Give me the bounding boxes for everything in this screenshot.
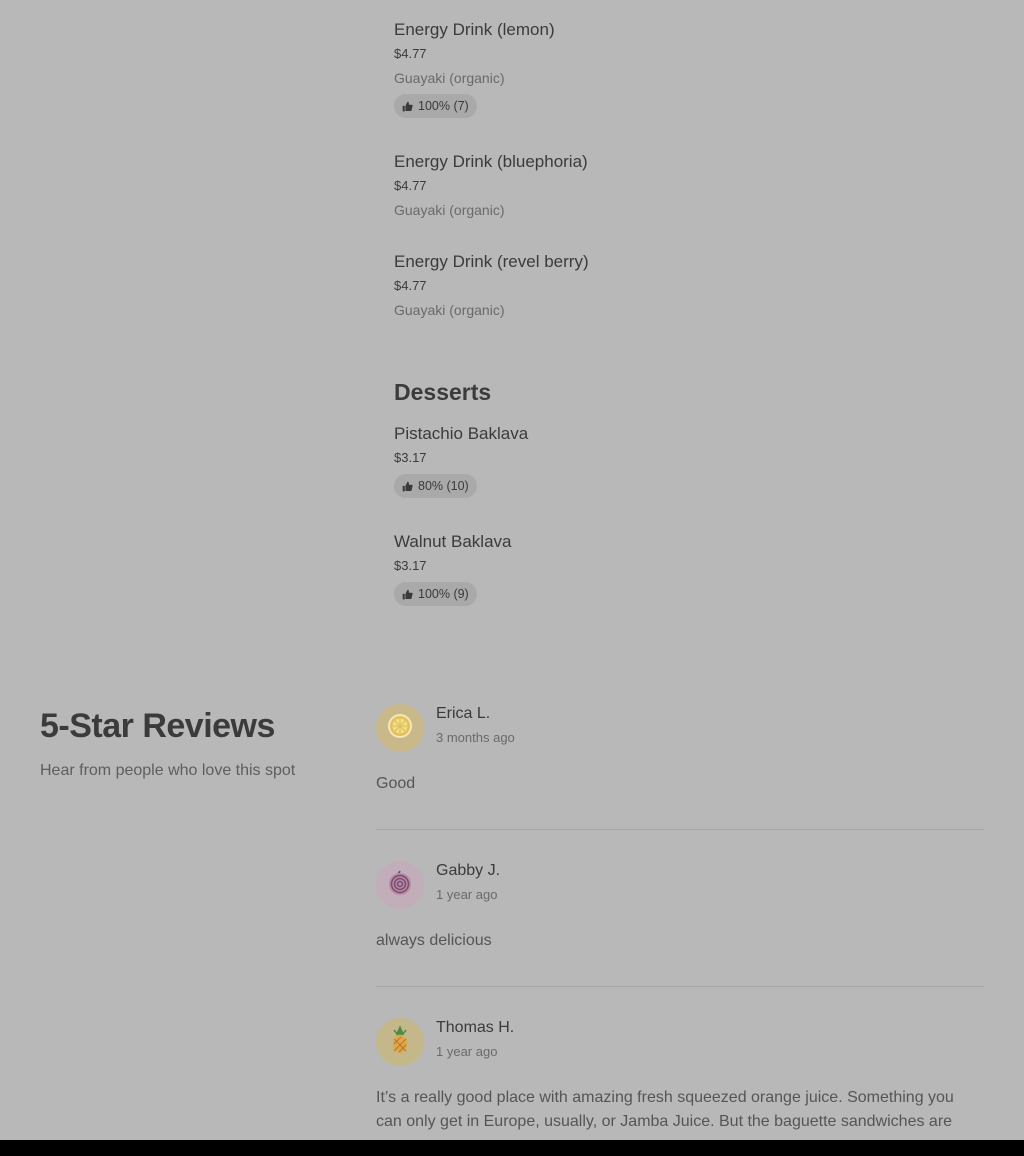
review-date: 1 year ago xyxy=(436,1044,498,1059)
menu-item[interactable]: Energy Drink (bluephoria) $4.77 Guayaki … xyxy=(394,152,588,218)
lemon-icon xyxy=(384,710,416,747)
review-date: 1 year ago xyxy=(436,887,498,902)
review-date: 3 months ago xyxy=(436,730,515,745)
thumbs-up-icon xyxy=(402,481,413,492)
rating-text: 80% (10) xyxy=(418,479,469,493)
item-name: Energy Drink (revel berry) xyxy=(394,252,589,271)
item-description: Guayaki (organic) xyxy=(394,302,505,318)
onion-icon xyxy=(384,867,416,904)
item-price: $4.77 xyxy=(394,278,427,293)
thumbs-up-icon xyxy=(402,101,413,112)
item-description: Guayaki (organic) xyxy=(394,70,505,86)
avatar xyxy=(376,704,424,752)
rating-text: 100% (7) xyxy=(418,99,469,113)
reviewer-name: Gabby J. xyxy=(436,862,501,879)
rating-badge: 100% (9) xyxy=(394,582,477,606)
item-price: $4.77 xyxy=(394,178,427,193)
item-price: $3.17 xyxy=(394,558,427,573)
reviewer-name: Thomas H. xyxy=(436,1019,515,1036)
reviews-title: 5-Star Reviews xyxy=(40,707,275,745)
rating-badge: 80% (10) xyxy=(394,474,477,498)
section-title-desserts: Desserts xyxy=(394,379,492,405)
reviewer-name: Erica L. xyxy=(436,705,491,722)
avatar xyxy=(376,861,424,909)
item-price: $3.17 xyxy=(394,450,427,465)
item-name: Walnut Baklava xyxy=(394,532,512,551)
rating-text: 100% (9) xyxy=(418,587,469,601)
divider xyxy=(376,829,984,830)
menu-item[interactable]: Energy Drink (revel berry) $4.77 Guayaki… xyxy=(394,252,589,318)
reviews-header: 5-Star Reviews Hear from people who love… xyxy=(40,706,340,780)
review-text: It’s a really good place with amazing fr… xyxy=(376,1089,954,1130)
rating-badge: 100% (7) xyxy=(394,94,477,118)
divider xyxy=(376,986,984,987)
review-text: always delicious xyxy=(376,932,492,949)
item-description: Guayaki (organic) xyxy=(394,202,505,218)
item-name: Energy Drink (lemon) xyxy=(394,20,555,39)
menu-item[interactable]: Energy Drink (lemon) $4.77 Guayaki (orga… xyxy=(394,20,555,118)
item-name: Pistachio Baklava xyxy=(394,424,529,443)
menu-item[interactable]: Walnut Baklava $3.17 100% (9) xyxy=(394,532,511,606)
item-price: $4.77 xyxy=(394,46,427,61)
reviews-subtitle: Hear from people who love this spot xyxy=(40,762,296,779)
review-text: Good xyxy=(376,775,416,792)
menu-item[interactable]: Pistachio Baklava $3.17 80% (10) xyxy=(394,424,528,498)
bottom-bar xyxy=(0,1140,1024,1156)
item-name: Energy Drink (bluephoria) xyxy=(394,152,588,171)
pineapple-icon xyxy=(384,1024,416,1061)
thumbs-up-icon xyxy=(402,589,413,600)
avatar xyxy=(376,1018,424,1066)
